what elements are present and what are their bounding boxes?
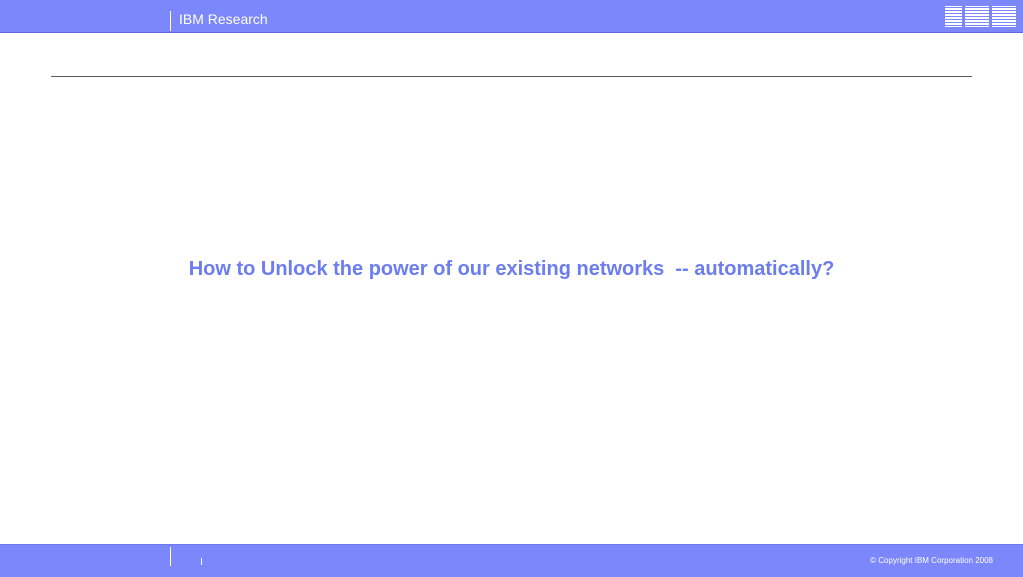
header-title: IBM Research — [179, 11, 268, 27]
footer-divider — [170, 547, 171, 566]
copyright-notice: © Copyright IBM Corporation 2008 — [870, 556, 993, 565]
footer-page-divider — [201, 558, 202, 565]
ibm-logo-icon — [945, 6, 1016, 27]
header-divider — [170, 11, 171, 31]
footer-bar: © Copyright IBM Corporation 2008 — [0, 544, 1023, 577]
title-rule — [51, 76, 972, 77]
slide-heading: How to Unlock the power of our existing … — [188, 258, 835, 280]
header-bar: IBM Research — [0, 0, 1023, 33]
